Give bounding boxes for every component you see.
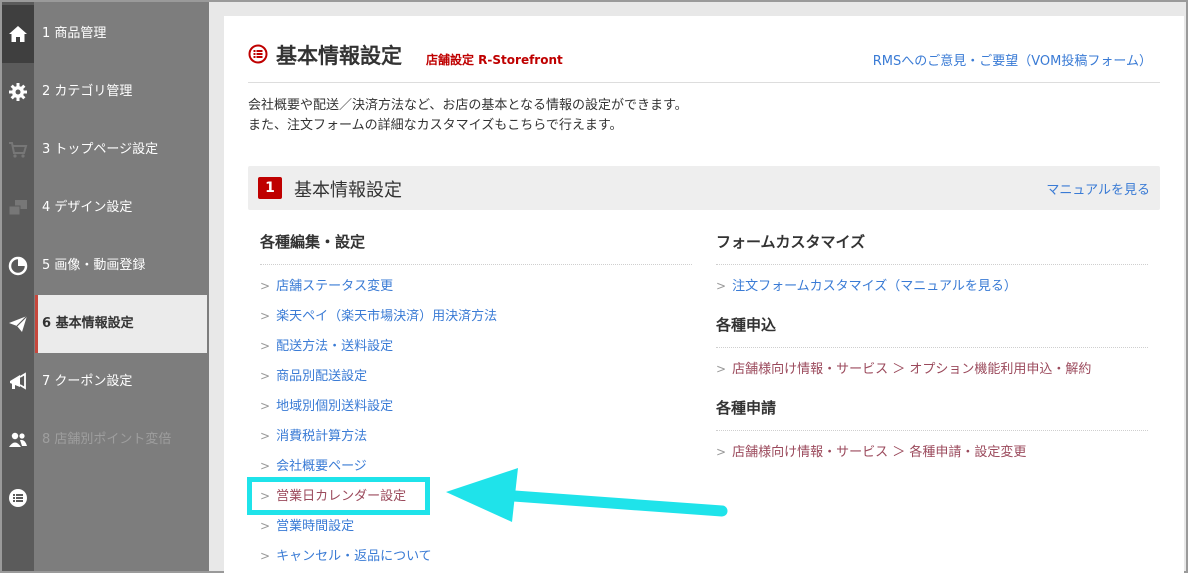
annotation-arrow-icon <box>446 468 728 522</box>
